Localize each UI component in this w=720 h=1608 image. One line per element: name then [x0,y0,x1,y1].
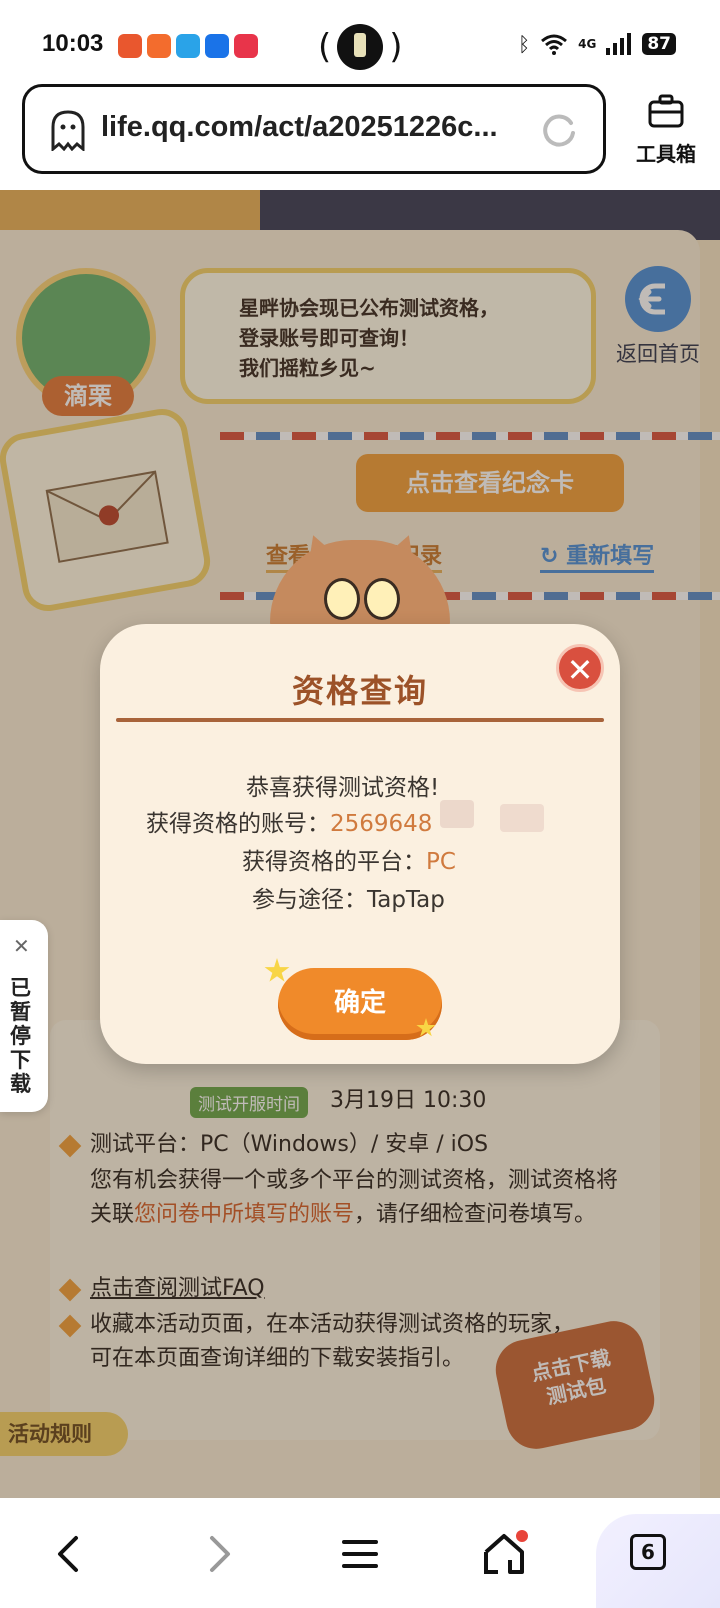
alipay-icon [205,34,229,58]
flashlight-icon [337,24,384,70]
cat-eye [364,578,400,620]
wifi-icon [541,34,568,55]
redacted-block [500,804,544,832]
flashlight-indicator: ( ) [318,24,403,70]
cat-eye [324,578,360,620]
tab-switcher-button[interactable]: 6 [630,1534,666,1570]
status-indicators: ᛒ 4G 87 [518,32,676,56]
home-icon[interactable] [476,1526,532,1582]
platform-label: 获得资格的平台： [242,849,426,875]
channel-row: 参与途径：TapTap [252,880,445,914]
redacted-block [440,800,474,828]
signal-icon [606,33,632,55]
platform-row: 获得资格的平台：PC [242,842,456,876]
status-time: 10:03 [42,30,104,57]
qualification-dialog: 资格查询 ✕ 恭喜获得测试资格! 获得资格的账号：2569648 获得资格的平台… [100,624,620,1064]
account-value: 2569648 [330,811,433,837]
paused-download-tab[interactable]: ✕ 已暂停下载 [0,920,48,1112]
toolbox-icon [648,94,684,128]
close-icon[interactable]: ✕ [13,934,30,958]
menu-icon[interactable] [332,1526,388,1582]
app-notification-icon [118,34,142,58]
account-label: 获得资格的账号： [146,811,330,837]
channel-value: TapTap [367,887,445,913]
congrats-text: 恭喜获得测试资格! [246,775,440,801]
status-app-icons [118,34,258,58]
close-icon[interactable]: ✕ [556,644,604,692]
url-text[interactable]: life.qq.com/act/a20251226c... [101,111,498,144]
battery-icon: 87 [642,33,676,55]
toolbox-button[interactable]: 工具箱 [626,94,706,167]
toolbox-label: 工具箱 [636,142,696,166]
confirm-button[interactable]: 确定 [278,968,442,1040]
browser-nav-bar: 6 [0,1498,720,1608]
paren-right: ) [389,27,403,67]
platform-value: PC [426,849,456,875]
network-type: 4G [578,37,597,51]
reload-icon[interactable] [539,111,579,151]
forward-icon[interactable] [190,1526,246,1582]
dialog-title: 资格查询 [291,672,428,710]
paren-left: ( [318,27,332,67]
ghost-site-icon [51,110,85,151]
app-notification-icon [234,34,258,58]
app-notification-icon [147,34,171,58]
back-icon[interactable] [42,1526,98,1582]
bluetooth-icon: ᛒ [518,32,531,56]
telegram-icon [176,34,200,58]
status-bar: 10:03 ( ) ᛒ 4G 87 [0,0,720,88]
paused-download-label: 已暂停下载 [10,976,31,1096]
account-row: 获得资格的账号：2569648 [146,804,432,838]
dialog-divider [116,718,604,722]
channel-label: 参与途径： [252,887,367,913]
address-bar[interactable]: life.qq.com/act/a20251226c... [22,84,606,174]
